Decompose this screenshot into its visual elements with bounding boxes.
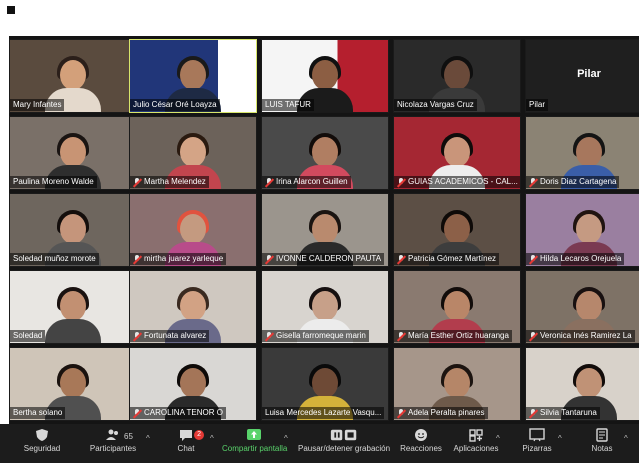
- video-off-name: Pilar: [577, 68, 601, 80]
- muted-mic-icon: [265, 177, 274, 187]
- participant-name: Irina Alarcon Guillen: [262, 176, 351, 188]
- apps-icon: [469, 429, 483, 442]
- video-tile[interactable]: GUIAS ACADEMICOS - CAL...: [393, 116, 521, 190]
- video-tile-active-speaker[interactable]: Julio César Oré Loayza: [129, 39, 257, 113]
- muted-mic-icon: [529, 254, 538, 264]
- participant-name: mirtha juarez yarleque: [130, 253, 227, 265]
- smiley-icon: [415, 429, 427, 441]
- muted-mic-icon: [529, 177, 538, 187]
- video-tile[interactable]: LUIS TAFUR: [261, 39, 389, 113]
- participant-name: Silvia Tantaruna: [526, 407, 600, 419]
- whiteboard-icon: [529, 428, 545, 442]
- share-screen-button[interactable]: Compartir pantalla: [222, 426, 287, 462]
- participant-name: Paulina Moreno Walde: [10, 176, 97, 188]
- video-tile[interactable]: Fortunata alvarez: [129, 270, 257, 344]
- participant-name: Adela Peralta pinares: [394, 407, 488, 419]
- participant-name: María Esther Ortiz huaranga: [394, 330, 512, 342]
- participant-name: Veronica Inés Ramirez La: [526, 330, 635, 342]
- muted-mic-icon: [529, 331, 538, 341]
- apps-options-chevron-icon[interactable]: ^: [496, 434, 500, 443]
- notes-icon: [596, 428, 608, 442]
- video-tile[interactable]: Irina Alarcon Guillen: [261, 116, 389, 190]
- video-tile[interactable]: Adela Peralta pinares: [393, 347, 521, 421]
- participant-name: Pilar: [526, 99, 549, 111]
- muted-mic-icon: [265, 254, 274, 264]
- shield-icon: [36, 429, 48, 441]
- share-screen-icon: [247, 429, 261, 440]
- meeting-window: Mary Infantes Julio César Oré Loayza LUI…: [0, 0, 639, 463]
- video-tile[interactable]: Soledad: [9, 270, 137, 344]
- security-button[interactable]: Seguridad: [20, 426, 64, 462]
- participant-name: GUIAS ACADEMICOS - CAL...: [394, 176, 520, 188]
- video-tile[interactable]: María Esther Ortiz huaranga: [393, 270, 521, 344]
- participant-name: Luisa Mercedes Lazarte Vasqu...: [262, 407, 385, 419]
- pause-stop-recording-button[interactable]: Pausar/detener grabación: [298, 426, 390, 462]
- whiteboards-button[interactable]: Pizarras: [516, 426, 558, 462]
- meeting-toolbar: Seguridad Participantes 65 ^ Chat 2 ^ Co…: [0, 424, 639, 463]
- muted-mic-icon: [397, 177, 406, 187]
- notes-options-chevron-icon[interactable]: ^: [624, 434, 628, 443]
- video-tile[interactable]: Mary Infantes: [9, 39, 137, 113]
- video-tile[interactable]: Bertha solano: [9, 347, 137, 421]
- reactions-button[interactable]: Reacciones: [398, 426, 444, 462]
- participant-name: Julio César Oré Loayza: [130, 99, 220, 111]
- participant-name: Fortunata alvarez: [130, 330, 210, 342]
- video-gallery: Mary Infantes Julio César Oré Loayza LUI…: [9, 36, 639, 424]
- video-tile[interactable]: Soledad muñoz morote: [9, 193, 137, 267]
- muted-mic-icon: [265, 331, 274, 341]
- participant-name: Soledad muñoz morote: [10, 253, 99, 265]
- participant-name: Martha Melendez: [130, 176, 209, 188]
- participant-name: IVONNE CALDERON PAUTA: [262, 253, 385, 265]
- muted-mic-icon: [133, 254, 142, 264]
- participant-name: Gisella farromeque marin: [262, 330, 369, 342]
- participant-name: Bertha solano: [10, 407, 66, 419]
- video-tile[interactable]: Hilda Lecaros Orejuela: [525, 193, 639, 267]
- muted-mic-icon: [397, 331, 406, 341]
- participant-name: LUIS TAFUR: [262, 99, 314, 111]
- video-tile[interactable]: Doris Diaz Cartagena: [525, 116, 639, 190]
- video-tile[interactable]: Luisa Mercedes Lazarte Vasqu...: [261, 347, 389, 421]
- video-tile[interactable]: Veronica Inés Ramirez La: [525, 270, 639, 344]
- chat-unread-badge: 2: [194, 430, 204, 440]
- video-tile[interactable]: CAROLINA TENOR O: [129, 347, 257, 421]
- muted-mic-icon: [133, 331, 142, 341]
- video-tile[interactable]: Martha Melendez: [129, 116, 257, 190]
- participant-name: Soledad: [10, 330, 46, 342]
- video-tile[interactable]: IVONNE CALDERON PAUTA: [261, 193, 389, 267]
- participant-name: Patricia Gómez Martínez: [394, 253, 500, 265]
- participant-name: Mary Infantes: [10, 99, 65, 111]
- top-bar: [0, 0, 639, 36]
- chat-options-chevron-icon[interactable]: ^: [210, 434, 214, 443]
- participant-video: [45, 283, 101, 343]
- video-tile[interactable]: Nicolaza Vargas Cruz: [393, 39, 521, 113]
- muted-mic-icon: [397, 254, 406, 264]
- participants-button[interactable]: Participantes 65: [84, 426, 142, 462]
- people-icon: [106, 429, 118, 440]
- notes-button[interactable]: Notas: [584, 426, 620, 462]
- chat-button[interactable]: Chat 2: [166, 426, 206, 462]
- pause-stop-icon: [330, 429, 357, 441]
- participant-name: CAROLINA TENOR O: [130, 407, 226, 419]
- participant-name: Doris Diaz Cartagena: [526, 176, 620, 188]
- video-tile[interactable]: mirtha juarez yarleque: [129, 193, 257, 267]
- video-tile-off[interactable]: Pilar Pilar: [525, 39, 639, 113]
- video-tile[interactable]: Silvia Tantaruna: [525, 347, 639, 421]
- muted-mic-icon: [529, 408, 538, 418]
- video-tile[interactable]: Paulina Moreno Walde: [9, 116, 137, 190]
- muted-mic-icon: [133, 177, 142, 187]
- participant-name: Nicolaza Vargas Cruz: [394, 99, 477, 111]
- video-tile[interactable]: Gisella farromeque marin: [261, 270, 389, 344]
- chat-bubble-icon: [180, 430, 192, 441]
- apps-button[interactable]: Aplicaciones: [450, 426, 502, 462]
- muted-mic-icon: [397, 408, 406, 418]
- participants-options-chevron-icon[interactable]: ^: [146, 434, 150, 443]
- muted-mic-icon: [133, 408, 142, 418]
- whiteboards-options-chevron-icon[interactable]: ^: [558, 434, 562, 443]
- video-tile[interactable]: Patricia Gómez Martínez: [393, 193, 521, 267]
- participant-name: Hilda Lecaros Orejuela: [526, 253, 625, 265]
- window-control-icon[interactable]: [7, 6, 15, 14]
- share-options-chevron-icon[interactable]: ^: [284, 434, 288, 443]
